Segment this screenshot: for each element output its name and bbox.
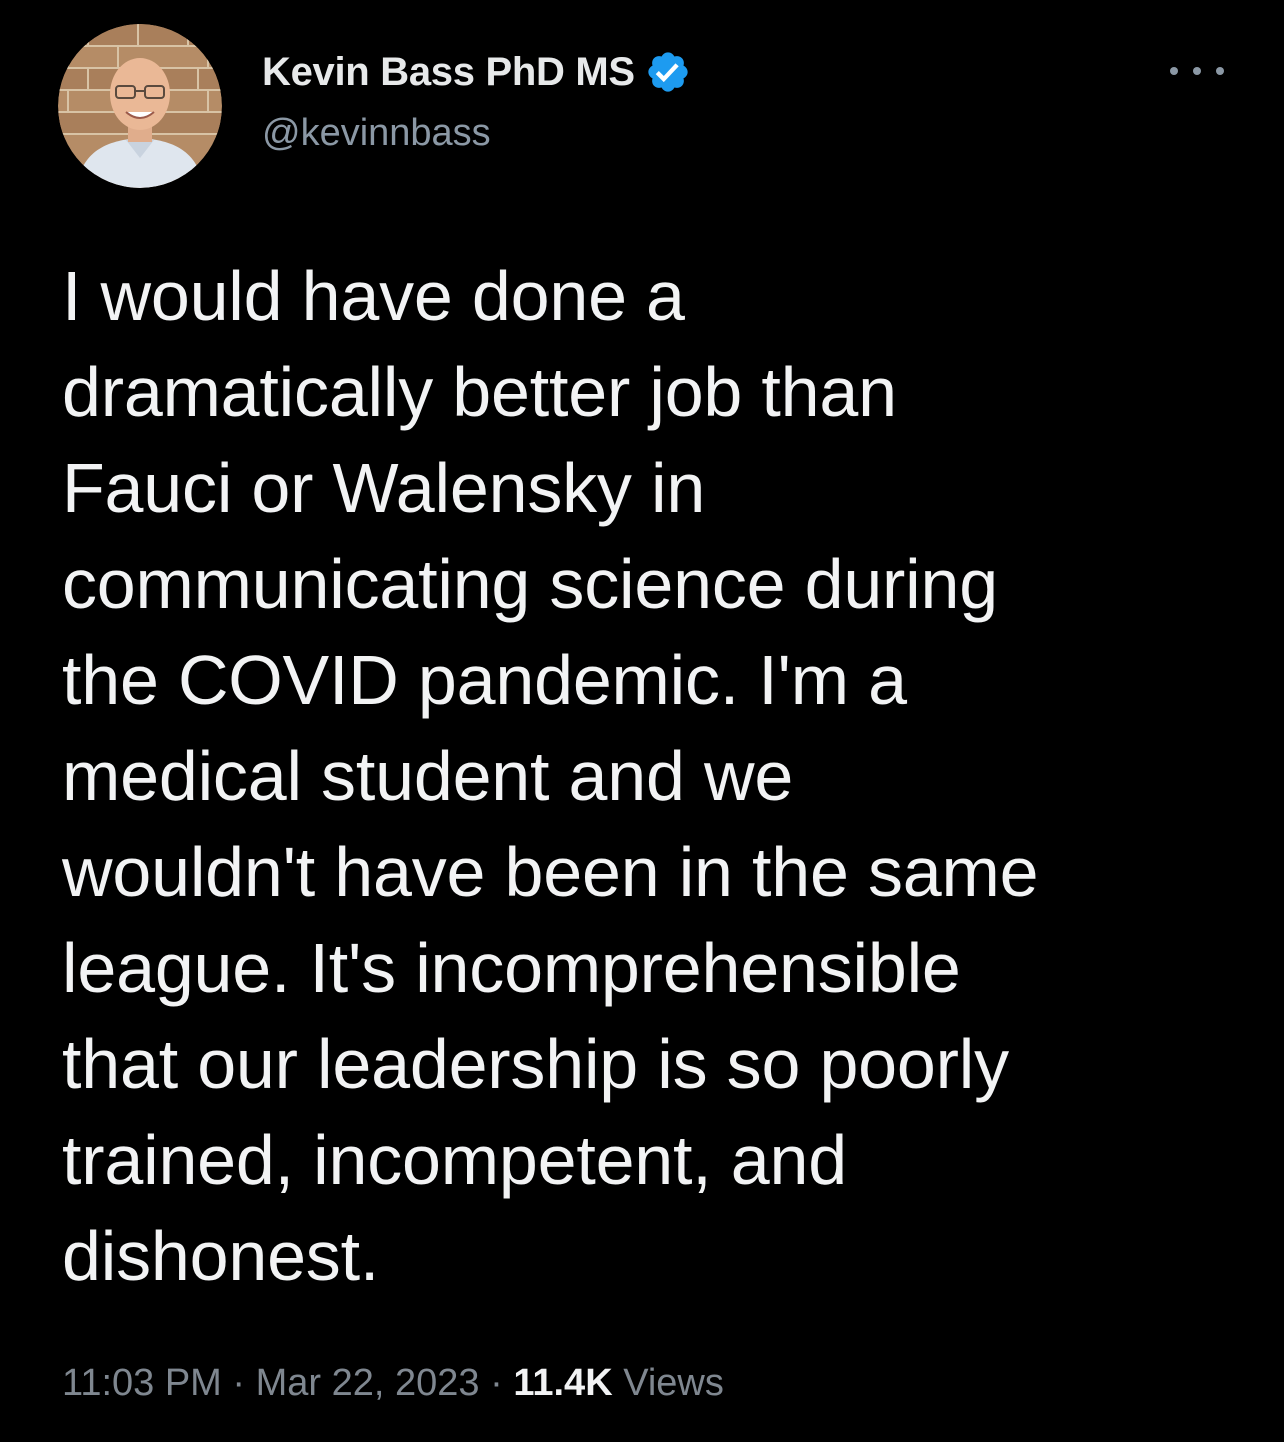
- more-dot: [1170, 67, 1178, 75]
- author-display-name[interactable]: Kevin Bass PhD MS: [262, 50, 635, 95]
- author-handle[interactable]: @kevinnbass: [262, 112, 491, 155]
- tweet-time[interactable]: 11:03 PM: [62, 1362, 222, 1404]
- tweet-date[interactable]: Mar 22, 2023: [256, 1362, 480, 1404]
- avatar-image: [58, 24, 222, 188]
- tweet-text: I would have done a dramatically better …: [62, 257, 1039, 1295]
- more-dot: [1193, 67, 1201, 75]
- author-name-row: Kevin Bass PhD MS: [262, 44, 691, 100]
- tweet-meta: 11:03 PM · Mar 22, 2023 · 11.4K Views: [62, 1362, 724, 1405]
- more-options-icon[interactable]: [1170, 56, 1224, 86]
- verified-badge-icon: [645, 49, 691, 95]
- views-count: 11.4K: [513, 1362, 613, 1404]
- tweet-card: Kevin Bass PhD MS @kevinnbass I would ha…: [0, 0, 1284, 1442]
- profile-avatar[interactable]: [58, 24, 222, 188]
- more-dot: [1216, 67, 1224, 75]
- meta-separator: ·: [221, 1362, 256, 1404]
- views-label: Views: [612, 1362, 724, 1404]
- meta-separator: ·: [479, 1362, 514, 1404]
